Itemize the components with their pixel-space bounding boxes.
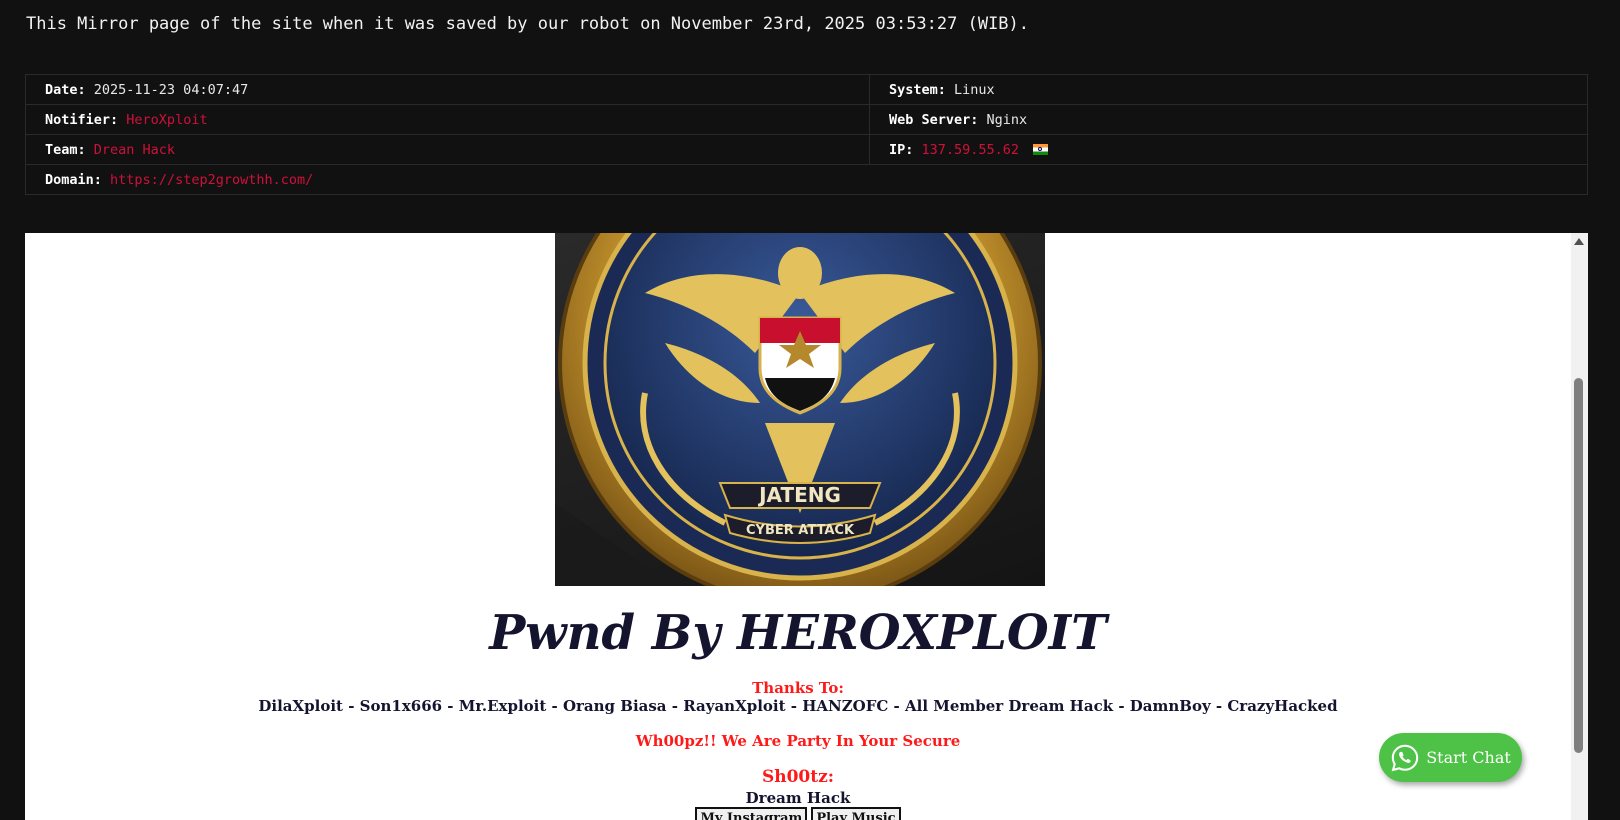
- ip-cell: IP: 137.59.55.62: [869, 134, 1588, 165]
- india-flag-icon: [1033, 143, 1049, 155]
- frame-scrollbar[interactable]: [1571, 233, 1588, 820]
- domain-label: Domain:: [45, 171, 102, 188]
- info-row-notifier: Notifier: HeroXploit Web Server: Nginx: [25, 104, 1588, 135]
- domain-link[interactable]: https://step2growthh.com/: [110, 172, 313, 188]
- team-link[interactable]: Drean Hack: [94, 142, 175, 158]
- shootz-team: Dream Hack: [745, 789, 851, 807]
- ip-label: IP:: [889, 141, 914, 158]
- start-chat-button[interactable]: Start Chat: [1379, 733, 1522, 782]
- emblem-image: JATENG CYBER ATTACK: [555, 233, 1045, 586]
- system-label: System:: [889, 81, 946, 98]
- date-label: Date:: [45, 81, 86, 98]
- emblem-top-text: JATENG: [757, 483, 841, 507]
- play-music-button[interactable]: Play Music: [811, 807, 901, 820]
- emblem-bottom-text: CYBER ATTACK: [746, 523, 855, 538]
- tagline: Wh00pz!! We Are Party In Your Secure: [635, 732, 961, 750]
- scroll-thumb[interactable]: [1574, 378, 1583, 753]
- whatsapp-icon: [1391, 744, 1419, 771]
- ip-link[interactable]: 137.59.55.62: [922, 142, 1020, 158]
- mirror-frame: JATENG CYBER ATTACK Pwnd By HEROXPLOIT T…: [25, 233, 1588, 820]
- thanks-heading: Thanks To:: [752, 679, 844, 697]
- notifier-label: Notifier:: [45, 111, 119, 128]
- webserver-cell: Web Server: Nginx: [869, 104, 1588, 135]
- team-label: Team:: [45, 141, 86, 158]
- instagram-button[interactable]: My Instagram: [695, 807, 808, 820]
- notifier-link[interactable]: HeroXploit: [126, 112, 207, 128]
- mirror-note: This Mirror page of the site when it was…: [26, 14, 1030, 34]
- notifier-cell: Notifier: HeroXploit: [25, 104, 870, 135]
- date-value: 2025-11-23 04:07:47: [93, 81, 249, 98]
- button-row: My Instagram Play Music: [25, 807, 1571, 820]
- scroll-up-arrow-icon[interactable]: [1574, 238, 1584, 245]
- webserver-label: Web Server:: [889, 111, 979, 128]
- start-chat-label: Start Chat: [1426, 748, 1511, 767]
- webserver-value: Nginx: [986, 111, 1028, 128]
- domain-cell: Domain: https://step2growthh.com/: [25, 164, 1588, 195]
- info-row-date: Date: 2025-11-23 04:07:47 System: Linux: [25, 74, 1588, 105]
- team-cell: Team: Drean Hack: [25, 134, 870, 165]
- system-cell: System: Linux: [869, 74, 1588, 105]
- page-title: Pwnd By HEROXPLOIT: [489, 605, 1107, 661]
- date-cell: Date: 2025-11-23 04:07:47: [25, 74, 870, 105]
- info-row-domain: Domain: https://step2growthh.com/: [25, 164, 1588, 195]
- system-value: Linux: [954, 81, 995, 98]
- shootz-heading: Sh00tz:: [761, 767, 835, 787]
- thanks-list: DilaXploit - Son1x666 - Mr.Exploit - Ora…: [258, 697, 1338, 715]
- info-table: Date: 2025-11-23 04:07:47 System: Linux …: [25, 74, 1588, 195]
- eagle-emblem-icon: JATENG CYBER ATTACK: [555, 233, 1042, 586]
- info-row-team: Team: Drean Hack IP: 137.59.55.62: [25, 134, 1588, 165]
